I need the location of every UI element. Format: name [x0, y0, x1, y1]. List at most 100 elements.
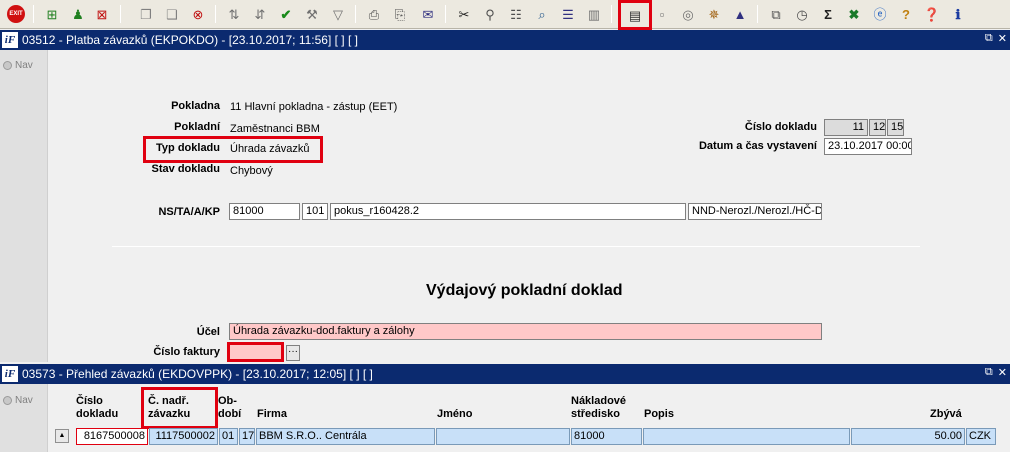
tree-icon[interactable]: ⚲ — [480, 4, 500, 24]
ns-input[interactable]: 81000 — [229, 203, 300, 220]
search-icon[interactable]: ⌕ — [532, 4, 552, 24]
hierarchy-icon[interactable]: ☷ — [506, 4, 526, 24]
nav-radio-icon — [3, 61, 12, 70]
cislo-faktury-input[interactable] — [230, 345, 281, 359]
toolbar-separator — [611, 5, 612, 23]
stav-dokladu-label: Stav dokladu — [151, 163, 220, 175]
cut-icon[interactable]: ✂ — [454, 4, 474, 24]
typ-dokladu-value: Úhrada závazků — [230, 143, 310, 155]
col-jmeno[interactable]: Jméno — [437, 408, 472, 421]
cislo-dokladu-part3: 15 — [887, 119, 904, 136]
row-jmeno[interactable] — [436, 428, 570, 445]
row-mena[interactable]: CZK — [966, 428, 996, 445]
nav-toggle[interactable]: Nav — [3, 395, 33, 406]
chart-icon[interactable]: ⧉ — [766, 4, 786, 24]
pokladna-label: Pokladna — [171, 100, 220, 112]
copy-icon[interactable]: ❐ — [136, 4, 156, 24]
restore-window-icon[interactable]: ⧉ — [985, 366, 993, 379]
paste-icon[interactable]: ❑ — [162, 4, 182, 24]
section-divider — [112, 246, 920, 247]
pokladna-value: 11 Hlavní pokladna - zástup (EET) — [230, 101, 398, 113]
form-titlebar: iF 03512 - Platba závazků (EKPOKDO) - [2… — [0, 30, 1010, 50]
add-record-icon[interactable]: ⊞ — [42, 4, 62, 24]
datum-vystaveni-input[interactable]: 23.10.2017 00:00 — [824, 138, 912, 155]
clock-icon[interactable]: ◷ — [792, 4, 812, 24]
col-nadr-zavazku[interactable]: Č. nadř. závazku — [148, 395, 190, 421]
row-obdobi-2[interactable]: 17 — [239, 428, 255, 445]
row-firma[interactable]: BBM S.R.O.. Centrála — [256, 428, 435, 445]
pokladni-label: Pokladní — [174, 121, 220, 133]
exit-button[interactable]: EXIT — [7, 5, 25, 23]
row-obdobi-1[interactable]: 01 — [219, 428, 238, 445]
row-nadr-zavazku[interactable]: 1117500002 — [149, 428, 218, 445]
add-user-icon[interactable]: ♟ — [68, 4, 88, 24]
document-icon[interactable]: ▫ — [652, 4, 672, 24]
col-stredisko[interactable]: Nákladové středisko — [571, 395, 626, 421]
col-header-line: Č. nadř. — [148, 395, 189, 407]
col-header-line: dokladu — [76, 408, 119, 420]
ns-ta-a-kp-label: NS/TA/A/KP — [158, 206, 220, 218]
col-header-line: Ob- — [218, 395, 237, 407]
sort-descending-icon[interactable]: ⇵ — [250, 4, 270, 24]
help-context-icon[interactable]: ? — [896, 4, 916, 24]
a-input[interactable]: pokus_r160428.2 — [330, 203, 686, 220]
toolbar-separator — [445, 5, 446, 23]
col-header-line: dobí — [218, 408, 242, 420]
document-form-icon[interactable]: ▤ — [618, 0, 652, 30]
restore-window-icon[interactable]: ⧉ — [985, 32, 993, 45]
list-icon[interactable]: ☰ — [558, 4, 578, 24]
toolbar-separator — [757, 5, 758, 23]
print-icon[interactable]: ⎙ — [364, 4, 384, 24]
nav-radio-icon — [3, 396, 12, 405]
row-popis[interactable] — [643, 428, 850, 445]
app-window: EXIT ⊞ ♟ ⊠ ❐ ❑ ⊗ ⇅ ⇵ ✔ ⚒ ▽ ⎙ ⎘ ✉ ✂ ⚲ ☷ ⌕… — [0, 0, 1010, 452]
sum-icon[interactable]: Σ — [818, 4, 838, 24]
toolbar-separator — [215, 5, 216, 23]
sort-ascending-icon[interactable]: ⇅ — [224, 4, 244, 24]
delete-record-icon[interactable]: ⊠ — [92, 4, 112, 24]
row-cislo-dokladu[interactable]: 8167500008 — [76, 428, 148, 445]
cancel-icon[interactable]: ⊗ — [188, 4, 208, 24]
pokladni-value: Zaměstnanci BBM — [230, 123, 320, 135]
cislo-dokladu-part2: 12 — [869, 119, 886, 136]
globe-icon[interactable]: ◎ — [678, 4, 698, 24]
kp-input[interactable]: NND-Nerozl./Nerozl./HČ-Do — [688, 203, 822, 220]
col-popis[interactable]: Popis — [644, 408, 674, 421]
typ-dokladu-label: Typ dokladu — [156, 142, 220, 154]
help-icon[interactable]: ❓ — [922, 4, 942, 24]
grid-panel: Nav Číslo dokladu Č. nadř. závazku Ob- d… — [0, 384, 1010, 452]
confirm-check-icon[interactable]: ✔ — [276, 4, 296, 24]
row-zbyva[interactable]: 50.00 — [851, 428, 965, 445]
close-window-icon[interactable]: ✕ — [998, 32, 1007, 45]
scroll-up-button[interactable]: ▲ — [55, 429, 69, 443]
main-toolbar: EXIT ⊞ ♟ ⊠ ❐ ❑ ⊗ ⇅ ⇵ ✔ ⚒ ▽ ⎙ ⎘ ✉ ✂ ⚲ ☷ ⌕… — [0, 0, 1010, 30]
excel-icon[interactable]: ✖ — [844, 4, 864, 24]
col-header-line: Číslo — [76, 395, 103, 407]
print-preview-icon[interactable]: ⎘ — [390, 4, 410, 24]
browser-icon[interactable]: ⓔ — [870, 4, 890, 24]
wrench-icon[interactable]: ⚒ — [302, 4, 322, 24]
cislo-faktury-label: Číslo faktury — [153, 346, 220, 358]
toolbar-separator — [33, 5, 34, 23]
email-icon[interactable]: ✉ — [418, 4, 438, 24]
columns-icon[interactable]: ▥ — [584, 4, 604, 24]
info-icon[interactable]: ℹ — [948, 4, 968, 24]
helm-icon[interactable]: ✵ — [704, 4, 724, 24]
triangle-icon[interactable]: ▲ — [730, 4, 750, 24]
grid-titlebar: iF 03573 - Přehled závazků (EKDOVPPK) - … — [0, 364, 1010, 384]
col-zbyva[interactable]: Zbývá — [930, 408, 962, 421]
app-logo-icon: iF — [2, 32, 18, 48]
form-panel: Nav Pokladna 11 Hlavní pokladna - zástup… — [0, 50, 1010, 362]
ta-input[interactable]: 101 — [302, 203, 328, 220]
row-stredisko[interactable]: 81000 — [571, 428, 642, 445]
ucel-input[interactable]: Úhrada závazku-dod.faktury a zálohy — [229, 323, 822, 340]
faktura-lookup-button[interactable]: ··· — [286, 345, 300, 361]
filter-icon[interactable]: ▽ — [328, 4, 348, 24]
nav-label: Nav — [15, 60, 33, 71]
nav-toggle[interactable]: Nav — [3, 60, 33, 71]
col-firma[interactable]: Firma — [257, 408, 287, 421]
col-cislo-dokladu[interactable]: Číslo dokladu — [76, 395, 118, 421]
close-window-icon[interactable]: ✕ — [998, 366, 1007, 379]
stav-dokladu-value: Chybový — [230, 165, 273, 177]
col-obdobi[interactable]: Ob- dobí — [218, 395, 241, 421]
